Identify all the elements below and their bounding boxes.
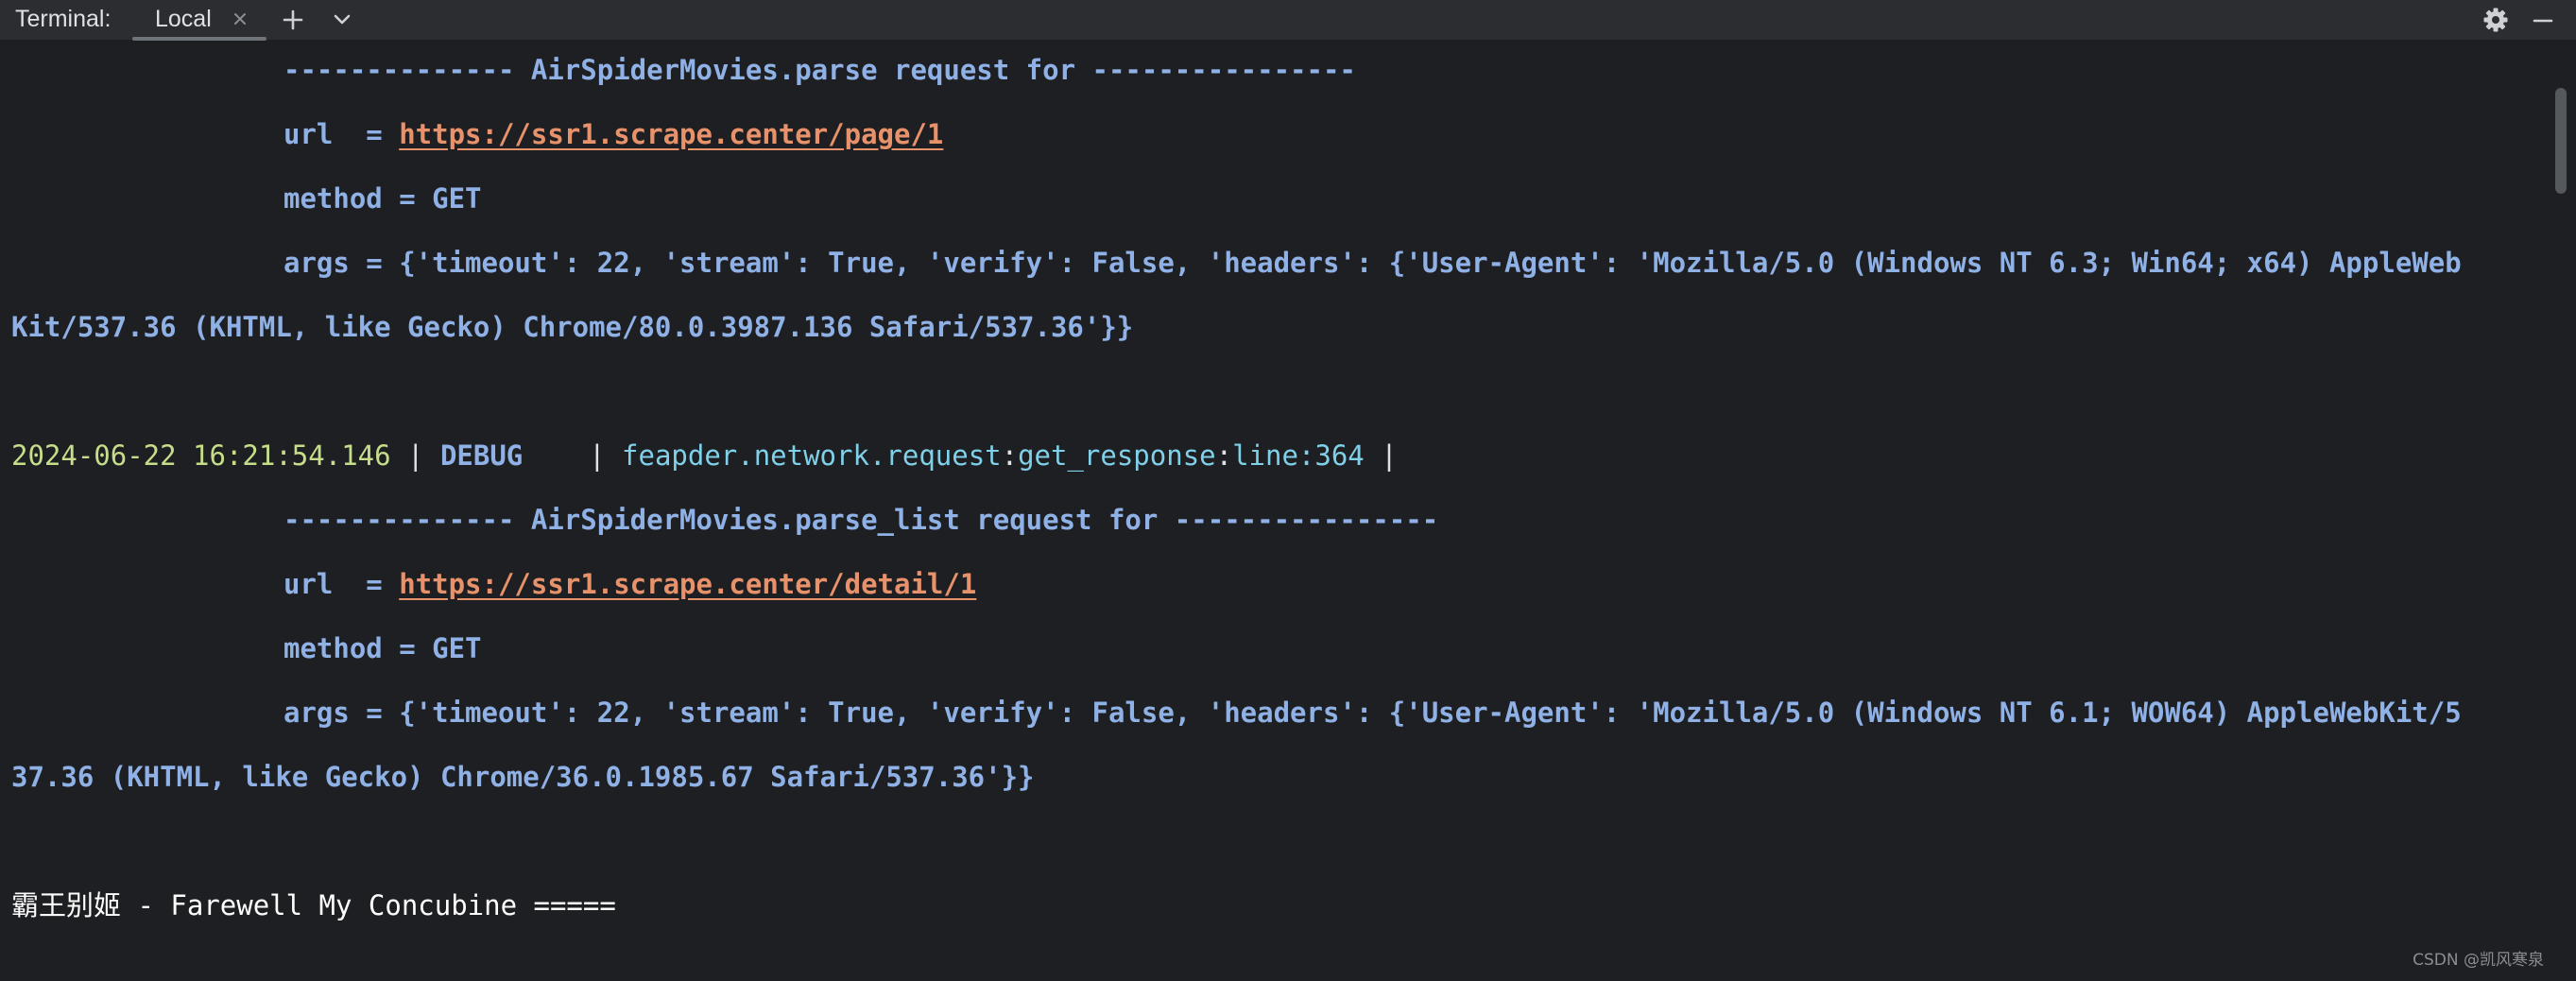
movie-title-english: - Farewell My Concubine ===== — [121, 889, 616, 921]
gear-icon[interactable] — [2482, 6, 2510, 34]
request-method-line: method = GET — [283, 182, 482, 215]
request-args-line: args = {'timeout': 22, 'stream': True, '… — [283, 697, 2462, 729]
chevron-down-icon[interactable] — [328, 6, 356, 34]
url-prefix: url = — [283, 118, 400, 150]
request-args-wrap-line: 37.36 (KHTML, like Gecko) Chrome/36.0.19… — [11, 761, 1035, 793]
log-module: feapder.network.request — [622, 439, 1002, 472]
log-separator: | — [1364, 439, 1398, 472]
request-args-line: args = {'timeout': 22, 'stream': True, '… — [283, 247, 2462, 279]
request-method-line: method = GET — [283, 632, 482, 664]
url-link[interactable]: https://ssr1.scrape.center/page/1 — [399, 118, 943, 150]
request-header-parse: -------------- AirSpiderMovies.parse req… — [283, 54, 1356, 86]
close-icon[interactable] — [230, 9, 250, 29]
log-level: DEBUG — [439, 439, 573, 472]
output-title-line: 霸王别姬 - Farewell My Concubine ===== — [11, 882, 616, 929]
plus-icon[interactable] — [279, 6, 307, 34]
movie-title-chinese: 霸王别姬 — [11, 889, 122, 921]
scrollbar-thumb[interactable] — [2555, 88, 2567, 194]
tab-local[interactable]: Local — [132, 0, 266, 41]
url-prefix: url = — [283, 568, 400, 600]
terminal-output[interactable]: -------------- AirSpiderMovies.parse req… — [0, 41, 2576, 981]
terminal-toolbar: Terminal: Local — [0, 0, 2576, 41]
request-args-wrap-line: Kit/537.36 (KHTML, like Gecko) Chrome/80… — [11, 311, 1134, 343]
toolbar-title: Terminal: — [15, 6, 112, 32]
log-timestamp: 2024-06-22 16:21:54.146 — [11, 439, 391, 472]
tab-local-label: Local — [155, 6, 212, 32]
url-link[interactable]: https://ssr1.scrape.center/detail/1 — [399, 568, 976, 600]
minimize-icon[interactable] — [2529, 6, 2557, 34]
log-colon: : — [1215, 439, 1233, 472]
log-separator: | — [390, 439, 440, 472]
vertical-scrollbar[interactable] — [2548, 41, 2576, 981]
watermark: CSDN @凯风寒泉 — [2413, 951, 2544, 970]
log-line: 2024-06-22 16:21:54.146 | DEBUG | feapde… — [11, 432, 1398, 479]
request-url-line: url = https://ssr1.scrape.center/page/1 — [283, 111, 943, 158]
log-function: get_response — [1018, 439, 1216, 472]
request-header-parse-list: -------------- AirSpiderMovies.parse_lis… — [283, 504, 1439, 536]
log-colon: : — [1001, 439, 1019, 472]
log-separator: | — [572, 439, 623, 472]
request-url-line: url = https://ssr1.scrape.center/detail/… — [283, 560, 976, 608]
log-line-number: line:364 — [1232, 439, 1365, 472]
